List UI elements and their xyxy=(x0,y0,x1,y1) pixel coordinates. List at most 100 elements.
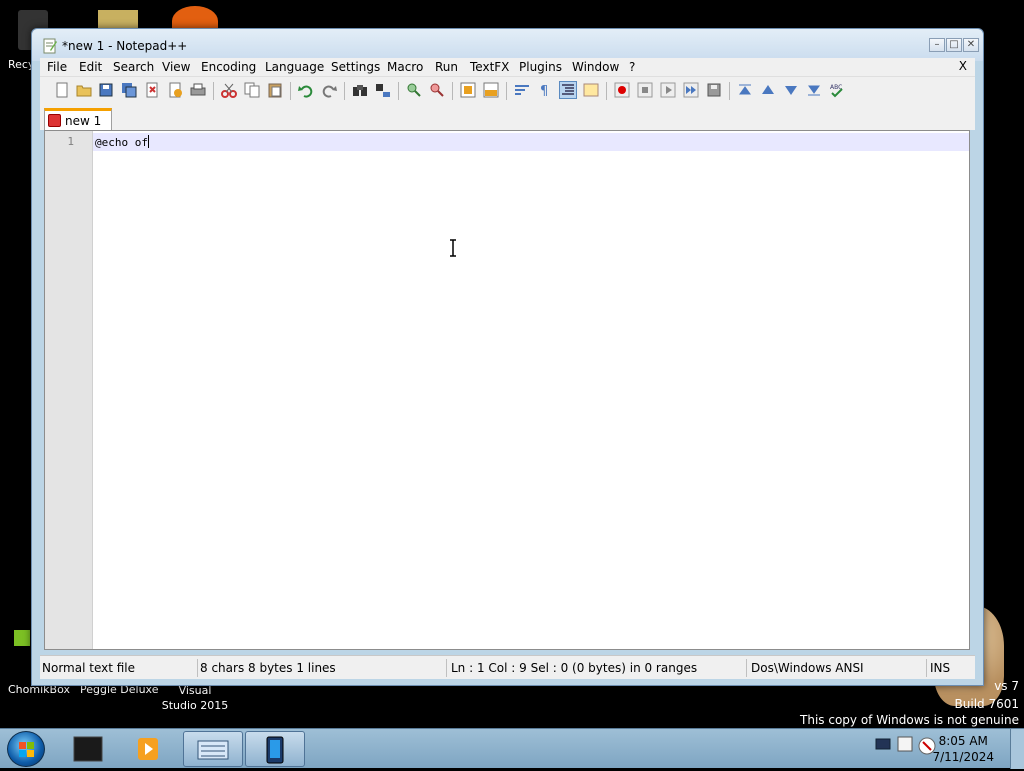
word-wrap-icon[interactable] xyxy=(514,82,530,98)
cut-icon[interactable] xyxy=(221,82,237,98)
window-title: *new 1 - Notepad++ xyxy=(62,39,188,53)
volume-icon[interactable] xyxy=(896,735,914,753)
menu-bar: File Edit Search View Encoding Language … xyxy=(40,58,975,76)
menu-textfx[interactable]: TextFX xyxy=(470,60,509,74)
menu-plugins[interactable]: Plugins xyxy=(519,60,562,74)
menu-help[interactable]: ? xyxy=(629,60,635,74)
toolbar-separator xyxy=(213,82,214,100)
menu-run[interactable]: Run xyxy=(435,60,458,74)
status-divider xyxy=(197,659,198,677)
line-number-gutter: 1 xyxy=(45,131,93,649)
replace-icon[interactable] xyxy=(375,82,391,98)
toolbar-separator xyxy=(398,82,399,100)
record-macro-icon[interactable] xyxy=(614,82,630,98)
new-file-icon[interactable] xyxy=(54,82,70,98)
menu-settings[interactable]: Settings xyxy=(331,60,380,74)
minimize-button[interactable]: – xyxy=(929,38,945,52)
app-icon[interactable] xyxy=(14,630,30,646)
zoom-out-icon[interactable] xyxy=(429,82,445,98)
status-doc-type: Normal text file xyxy=(42,661,136,675)
start-button[interactable] xyxy=(7,731,45,767)
run-multiple-macro-icon[interactable] xyxy=(683,82,699,98)
clock-date: 7/11/2024 xyxy=(932,750,994,764)
unsaved-file-icon xyxy=(48,114,61,127)
editor-area[interactable]: 1 @echo of xyxy=(44,130,970,650)
close-button[interactable]: ✕ xyxy=(963,38,979,52)
menu-window[interactable]: Window xyxy=(572,60,619,74)
show-desktop-button[interactable] xyxy=(1010,729,1024,769)
toolbar-separator xyxy=(506,82,507,100)
open-file-icon[interactable] xyxy=(76,82,92,98)
toolbar-separator xyxy=(344,82,345,100)
notepadpp-window: *new 1 - Notepad++ – □ ✕ File Edit Searc… xyxy=(31,28,984,686)
menu-view[interactable]: View xyxy=(162,60,190,74)
close-all-icon[interactable] xyxy=(167,82,183,98)
show-all-chars-icon[interactable]: ¶ xyxy=(537,82,553,98)
save-macro-icon[interactable] xyxy=(706,82,722,98)
user-lang-icon[interactable] xyxy=(583,82,599,98)
code-line[interactable]: @echo of xyxy=(95,135,149,149)
save-icon[interactable] xyxy=(98,82,114,98)
undo-icon[interactable] xyxy=(298,82,314,98)
status-divider xyxy=(926,659,927,677)
status-divider xyxy=(746,659,747,677)
print-icon[interactable] xyxy=(190,82,206,98)
prev-icon[interactable] xyxy=(760,82,776,98)
save-all-icon[interactable] xyxy=(121,82,137,98)
taskbar-app-3[interactable] xyxy=(183,731,243,767)
spellcheck-icon[interactable]: ABC xyxy=(829,82,845,98)
close-icon[interactable] xyxy=(144,82,160,98)
status-position: Ln : 1 Col : 9 Sel : 0 (0 bytes) in 0 ra… xyxy=(451,661,698,675)
watermark-line-2: Build 7601 xyxy=(954,697,1019,711)
menu-edit[interactable]: Edit xyxy=(79,60,102,74)
sync-vertical-icon[interactable] xyxy=(460,82,476,98)
toolbar-separator xyxy=(606,82,607,100)
menu-file[interactable]: File xyxy=(47,60,67,74)
taskbar: 8:05 AM 7/11/2024 xyxy=(0,728,1024,769)
maximize-button[interactable]: □ xyxy=(946,38,962,52)
terminal-app-icon xyxy=(73,736,103,762)
stop-macro-icon[interactable] xyxy=(637,82,653,98)
status-bar: Normal text file 8 chars 8 bytes 1 lines… xyxy=(40,655,975,679)
unfold-all-icon[interactable] xyxy=(806,82,822,98)
network-icon[interactable] xyxy=(874,735,892,753)
indent-guide-icon[interactable] xyxy=(559,81,577,99)
toolbar-separator xyxy=(290,82,291,100)
find-icon[interactable] xyxy=(352,82,368,98)
tab-bar: new 1 xyxy=(40,104,975,130)
current-line-highlight xyxy=(93,133,969,151)
tab-new-1[interactable]: new 1 xyxy=(44,108,112,130)
device-app-icon xyxy=(266,736,284,764)
zoom-in-icon[interactable] xyxy=(406,82,422,98)
menu-macro[interactable]: Macro xyxy=(387,60,423,74)
taskbar-app-notepadpp[interactable] xyxy=(245,731,305,767)
status-eol-encoding: Dos\Windows ANSI xyxy=(751,661,864,675)
taskbar-app-2[interactable] xyxy=(118,731,178,767)
play-macro-icon[interactable] xyxy=(660,82,676,98)
copy-icon[interactable] xyxy=(244,82,260,98)
menu-language[interactable]: Language xyxy=(265,60,324,74)
taskbar-app-1[interactable] xyxy=(58,731,118,767)
watermark-line-1: vs 7 xyxy=(994,679,1019,693)
toolbar: ¶ ABC xyxy=(40,76,975,104)
sync-horizontal-icon[interactable] xyxy=(483,82,499,98)
status-length: 8 chars 8 bytes 1 lines xyxy=(200,661,336,675)
svg-text:¶: ¶ xyxy=(540,84,548,98)
tab-label: new 1 xyxy=(65,114,102,128)
keyboard-app-icon xyxy=(197,740,229,760)
menu-search[interactable]: Search xyxy=(113,60,154,74)
title-bar[interactable]: *new 1 - Notepad++ – □ ✕ xyxy=(32,29,983,61)
next-icon[interactable] xyxy=(783,82,799,98)
menu-encoding[interactable]: Encoding xyxy=(201,60,256,74)
fold-all-icon[interactable] xyxy=(737,82,753,98)
media-player-icon xyxy=(138,738,158,760)
status-insert-mode: INS xyxy=(930,661,951,675)
windows-logo-icon xyxy=(19,742,34,757)
desktop-label-visual-studio[interactable]: Visual Studio 2015 xyxy=(160,683,230,713)
code-line-text: @echo of xyxy=(95,136,148,149)
redo-icon[interactable] xyxy=(321,82,337,98)
close-document-button[interactable]: X xyxy=(959,59,967,73)
tray-clock[interactable]: 8:05 AM 7/11/2024 xyxy=(932,733,994,765)
line-number: 1 xyxy=(67,135,74,148)
paste-icon[interactable] xyxy=(267,82,283,98)
